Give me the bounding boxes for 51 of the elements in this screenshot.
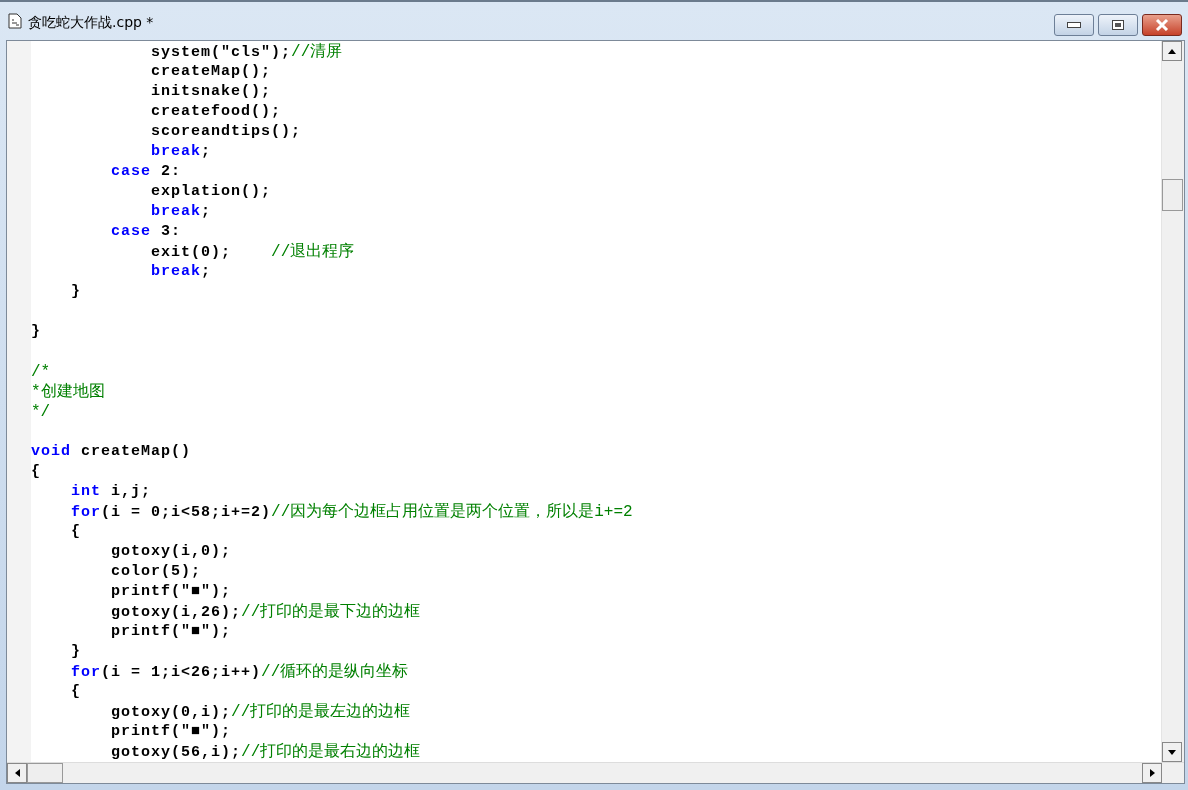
code-line: int i,j; <box>70 482 152 502</box>
code-line: break; <box>150 142 212 162</box>
document-icon <box>8 13 22 29</box>
window-title: 贪吃蛇大作战.cpp * <box>28 13 155 32</box>
code-line: color(5); <box>110 562 202 582</box>
code-line: */ <box>31 402 51 422</box>
code-line: break; <box>150 262 212 282</box>
code-line: printf("■"); <box>110 622 232 642</box>
up-arrow-icon <box>1168 48 1176 54</box>
code-line: *创建地图 <box>31 382 105 402</box>
code-line: { <box>70 682 81 702</box>
down-arrow-icon <box>1168 749 1176 755</box>
code-line: break; <box>150 202 212 222</box>
code-line: { <box>31 462 41 482</box>
code-line: createMap(); <box>150 62 272 82</box>
code-line: case 3: <box>110 222 182 242</box>
code-line: createfood(); <box>150 102 282 122</box>
scroll-left-button[interactable] <box>7 763 27 783</box>
scroll-right-button[interactable] <box>1142 763 1162 783</box>
scroll-up-button[interactable] <box>1162 41 1182 61</box>
code-line: scoreandtips(); <box>150 122 302 142</box>
code-line: printf("■"); <box>110 582 232 602</box>
code-line: gotoxy(0,i);//打印的是最左边的边框 <box>110 702 411 722</box>
close-icon <box>1155 19 1169 31</box>
code-line: for(i = 0;i<58;i+=2)//因为每个边框占用位置是两个位置，所以是i+=2 <box>70 502 633 522</box>
minimize-icon <box>1067 22 1081 28</box>
minimize-button[interactable] <box>1054 14 1094 36</box>
scroll-down-button[interactable] <box>1162 742 1182 762</box>
code-line: /* <box>31 362 51 382</box>
scrollbar-thumb[interactable] <box>1162 179 1183 211</box>
code-line: void createMap() <box>31 442 192 462</box>
maximize-button[interactable] <box>1098 14 1138 36</box>
code-line: gotoxy(56,i);//打印的是最右边的边框 <box>110 742 421 762</box>
scrollbar-thumb[interactable] <box>27 763 63 783</box>
code-line: initsnake(); <box>150 82 272 102</box>
right-arrow-icon <box>1149 769 1155 777</box>
code-line: exit(0); //退出程序 <box>150 242 355 262</box>
maximize-icon <box>1112 20 1124 30</box>
code-line: { <box>70 522 81 542</box>
code-line: for(i = 1;i<26;i++)//循环的是纵向坐标 <box>70 662 409 682</box>
code-line: explation(); <box>150 182 272 202</box>
left-arrow-icon <box>14 769 20 777</box>
close-button[interactable] <box>1142 14 1182 36</box>
code-line: } <box>70 642 81 662</box>
code-line: } <box>31 322 41 342</box>
code-line: printf("■"); <box>110 722 232 742</box>
code-line: case 2: <box>110 162 182 182</box>
code-line: gotoxy(i,0); <box>110 542 232 562</box>
code-line: gotoxy(i,26);//打印的是最下边的边框 <box>110 602 421 622</box>
code-line: system("cls");//清屏 <box>150 42 343 62</box>
code-line: } <box>70 282 81 302</box>
